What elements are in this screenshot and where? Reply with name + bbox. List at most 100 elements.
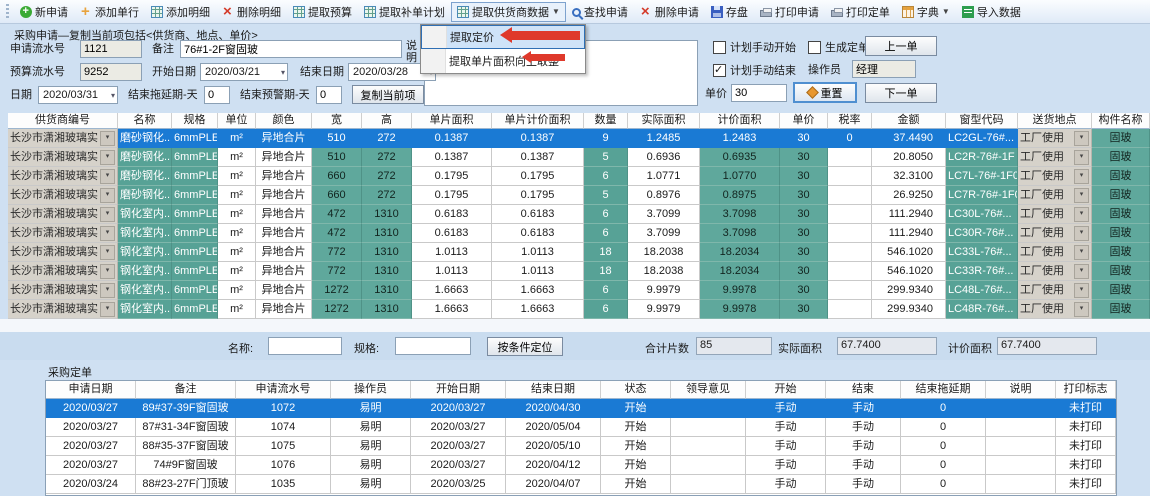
table-cell[interactable]: 工厂使用▾: [1018, 148, 1092, 167]
table-cell[interactable]: 3.7099: [628, 224, 700, 243]
table-cell[interactable]: 0.1387: [492, 148, 584, 167]
locate-by-condition-button[interactable]: 按条件定位: [487, 337, 563, 356]
table-cell[interactable]: 2020/03/27: [411, 456, 506, 475]
chevron-down-icon[interactable]: ▾: [100, 150, 115, 165]
column-header[interactable]: 领导意见: [671, 381, 746, 399]
column-header[interactable]: 说明: [986, 381, 1056, 399]
date-combo[interactable]: 2020/03/31▾: [38, 86, 118, 104]
table-cell[interactable]: 2020/04/07: [506, 475, 601, 494]
table-cell[interactable]: 18.2034: [700, 262, 780, 281]
table-cell[interactable]: 0.6183: [412, 205, 492, 224]
table-cell[interactable]: 3.7099: [628, 205, 700, 224]
table-cell[interactable]: m²: [218, 224, 256, 243]
toolbar-button-delete-apply[interactable]: 删除申请: [634, 2, 705, 22]
table-cell[interactable]: 1310: [362, 262, 412, 281]
table-cell[interactable]: 手动: [826, 475, 901, 494]
table-cell[interactable]: 1076: [236, 456, 331, 475]
column-header[interactable]: 构件名称: [1092, 113, 1150, 129]
next-order-button[interactable]: 下一单: [865, 83, 937, 103]
copy-current-button[interactable]: 复制当前项: [352, 85, 424, 104]
table-cell[interactable]: 6mmPLE...: [172, 186, 218, 205]
table-cell[interactable]: 30: [780, 129, 828, 148]
toolbar-button-new-apply[interactable]: 新申请: [14, 2, 74, 22]
table-cell[interactable]: 1.2483: [700, 129, 780, 148]
toolbar-button-find-apply[interactable]: 查找申请: [566, 2, 634, 22]
table-cell[interactable]: 手动: [746, 456, 826, 475]
toolbar-button-add-detail[interactable]: 添加明细: [145, 2, 216, 22]
table-cell[interactable]: 111.2940: [872, 205, 946, 224]
column-header[interactable]: 规格: [172, 113, 218, 129]
table-cell[interactable]: 工厂使用▾: [1018, 262, 1092, 281]
table-cell[interactable]: [671, 456, 746, 475]
table-cell[interactable]: 6: [584, 167, 628, 186]
table-cell[interactable]: 0.6935: [700, 148, 780, 167]
table-cell[interactable]: 固玻: [1092, 281, 1150, 300]
table-cell[interactable]: [986, 437, 1056, 456]
table-cell[interactable]: 2020/03/27: [46, 399, 136, 418]
toolbar-button-extract-budget[interactable]: 提取预算: [287, 2, 358, 22]
table-cell[interactable]: 开始: [601, 475, 671, 494]
table-cell[interactable]: 1035: [236, 475, 331, 494]
unit-price-field[interactable]: [731, 84, 787, 102]
checkbox-checked-icon[interactable]: [713, 64, 726, 77]
table-cell[interactable]: 工厂使用▾: [1018, 205, 1092, 224]
table-cell[interactable]: 钢化室内...: [118, 262, 172, 281]
table-cell[interactable]: 87#31-34F窗固玻: [136, 418, 236, 437]
table-cell[interactable]: 2020/03/27: [46, 437, 136, 456]
table-cell[interactable]: 磨砂钢化...: [118, 167, 172, 186]
table-cell[interactable]: 易明: [331, 418, 411, 437]
table-cell[interactable]: m²: [218, 167, 256, 186]
table-cell[interactable]: 1272: [312, 281, 362, 300]
table-cell[interactable]: [828, 205, 872, 224]
toolbar-button-dictionary[interactable]: 字典▼: [896, 2, 956, 22]
table-cell[interactable]: 0.1795: [412, 167, 492, 186]
table-cell[interactable]: 74#9F窗固玻: [136, 456, 236, 475]
table-cell[interactable]: 异地合片: [256, 148, 312, 167]
table-cell[interactable]: 异地合片: [256, 205, 312, 224]
table-cell[interactable]: 3.7098: [700, 224, 780, 243]
table-cell[interactable]: 2020/03/27: [411, 399, 506, 418]
table-cell[interactable]: 88#23-27F门顶玻: [136, 475, 236, 494]
chevron-down-icon[interactable]: ▾: [111, 91, 115, 100]
table-cell[interactable]: 固玻: [1092, 186, 1150, 205]
table-cell[interactable]: 472: [312, 205, 362, 224]
table-cell[interactable]: 30: [780, 300, 828, 319]
table-cell[interactable]: 18.2034: [700, 243, 780, 262]
table-cell[interactable]: [828, 300, 872, 319]
table-cell[interactable]: 磨砂钢化...: [118, 186, 172, 205]
table-cell[interactable]: 30: [780, 281, 828, 300]
column-header[interactable]: 单价: [780, 113, 828, 129]
table-cell[interactable]: 钢化室内...: [118, 205, 172, 224]
column-header[interactable]: 实际面积: [628, 113, 700, 129]
table-cell[interactable]: 长沙市潇湘玻璃实...▾: [8, 148, 118, 167]
table-cell[interactable]: 手动: [826, 456, 901, 475]
table-cell[interactable]: 20.8050: [872, 148, 946, 167]
table-cell[interactable]: 299.9340: [872, 281, 946, 300]
table-cell[interactable]: 1310: [362, 243, 412, 262]
table-cell[interactable]: 546.1020: [872, 262, 946, 281]
chevron-down-icon[interactable]: ▾: [1074, 150, 1089, 165]
table-cell[interactable]: 299.9340: [872, 300, 946, 319]
table-cell[interactable]: 2020/05/04: [506, 418, 601, 437]
column-header[interactable]: 窗型代码: [946, 113, 1018, 129]
table-cell[interactable]: 异地合片: [256, 224, 312, 243]
table-cell[interactable]: 6mmPLE...: [172, 148, 218, 167]
table-cell[interactable]: 26.9250: [872, 186, 946, 205]
table-cell[interactable]: [671, 475, 746, 494]
column-header[interactable]: 供货商编号: [8, 113, 118, 129]
table-cell[interactable]: 长沙市潇湘玻璃实...▾: [8, 129, 118, 148]
table-cell[interactable]: 未打印: [1056, 456, 1116, 475]
chevron-down-icon[interactable]: ▼: [942, 7, 950, 16]
toolbar-button-print-apply[interactable]: 打印申请: [754, 2, 825, 22]
table-cell[interactable]: 0: [828, 129, 872, 148]
table-cell[interactable]: 1.6663: [492, 300, 584, 319]
table-cell[interactable]: 30: [780, 262, 828, 281]
table-cell[interactable]: 1.6663: [492, 281, 584, 300]
chevron-down-icon[interactable]: ▾: [1074, 264, 1089, 279]
column-header[interactable]: 申请流水号: [236, 381, 331, 399]
column-header[interactable]: 备注: [136, 381, 236, 399]
column-header[interactable]: 高: [362, 113, 412, 129]
checkbox-icon[interactable]: [808, 41, 821, 54]
table-cell[interactable]: 1.6663: [412, 300, 492, 319]
table-cell[interactable]: 6: [584, 300, 628, 319]
